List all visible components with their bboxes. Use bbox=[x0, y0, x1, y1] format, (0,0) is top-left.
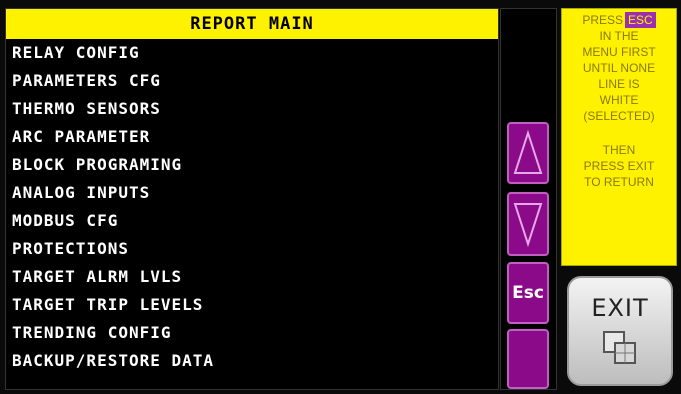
help-text-panel: PRESS ESC IN THE MENU FIRST UNTIL NONE LI… bbox=[561, 8, 677, 266]
menu-item-target-alrm-lvls[interactable]: TARGET ALRM LVLS bbox=[6, 263, 498, 291]
help-line: LINE IS bbox=[598, 77, 640, 91]
menu-item-parameters-cfg[interactable]: PARAMETERS CFG bbox=[6, 67, 498, 95]
help-spacer bbox=[562, 124, 676, 142]
help-line: UNTIL NONE bbox=[582, 61, 656, 75]
hmi-screen: REPORT MAIN RELAY CONFIG PARAMETERS CFG … bbox=[0, 0, 681, 394]
blank-button[interactable] bbox=[507, 329, 549, 389]
help-line: WHITE bbox=[599, 93, 639, 107]
menu-item-protections[interactable]: PROTECTIONS bbox=[6, 235, 498, 263]
menu-title: REPORT MAIN bbox=[6, 9, 498, 39]
scroll-controls: Esc bbox=[500, 8, 557, 390]
menu-item-modbus-cfg[interactable]: MODBUS CFG bbox=[6, 207, 498, 235]
menu-item-arc-parameter[interactable]: ARC PARAMETER bbox=[6, 123, 498, 151]
menu-item-backup-restore-data[interactable]: BACKUP/RESTORE DATA bbox=[6, 347, 498, 375]
windows-icon bbox=[603, 331, 636, 364]
triangle-down-icon bbox=[513, 203, 543, 248]
help-line: THEN bbox=[602, 143, 636, 157]
help-line: (SELECTED) bbox=[583, 109, 655, 123]
triangle-up-icon bbox=[513, 129, 543, 174]
esc-button[interactable]: Esc bbox=[507, 262, 549, 324]
exit-label: EXIT bbox=[591, 294, 649, 322]
help-esc-badge: ESC bbox=[625, 12, 656, 28]
scroll-down-button[interactable] bbox=[507, 192, 549, 256]
help-press-line: PRESS ESC bbox=[562, 12, 676, 28]
report-main-menu: REPORT MAIN RELAY CONFIG PARAMETERS CFG … bbox=[5, 8, 499, 390]
menu-item-target-trip-levels[interactable]: TARGET TRIP LEVELS bbox=[6, 291, 498, 319]
help-line: MENU FIRST bbox=[582, 45, 656, 59]
menu-item-thermo-sensors[interactable]: THERMO SENSORS bbox=[6, 95, 498, 123]
menu-list: RELAY CONFIG PARAMETERS CFG THERMO SENSO… bbox=[6, 39, 498, 375]
help-line: IN THE bbox=[599, 29, 639, 43]
exit-button[interactable]: EXIT bbox=[567, 276, 673, 386]
menu-item-analog-inputs[interactable]: ANALOG INPUTS bbox=[6, 179, 498, 207]
menu-item-relay-config[interactable]: RELAY CONFIG bbox=[6, 39, 498, 67]
scroll-up-button[interactable] bbox=[507, 122, 549, 184]
menu-item-trending-config[interactable]: TRENDING CONFIG bbox=[6, 319, 498, 347]
help-line: PRESS EXIT bbox=[583, 159, 655, 173]
help-line: TO RETURN bbox=[584, 175, 654, 189]
help-press: PRESS bbox=[582, 13, 623, 27]
menu-item-block-programing[interactable]: BLOCK PROGRAMING bbox=[6, 151, 498, 179]
